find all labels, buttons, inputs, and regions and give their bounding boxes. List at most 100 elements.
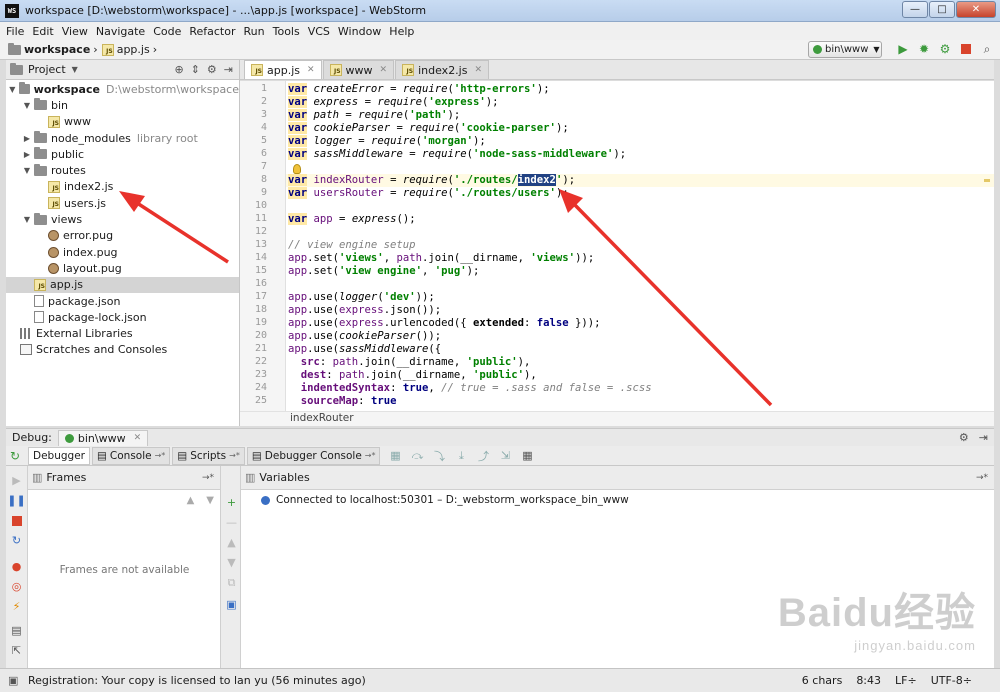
stop-icon[interactable] <box>959 42 973 56</box>
debug-icon[interactable]: ✹ <box>917 42 931 56</box>
tab-console[interactable]: ▤ Console →* <box>91 446 171 465</box>
tree-item-index-pug[interactable]: index.pug <box>6 244 239 260</box>
gear-icon[interactable]: ⚙ <box>207 63 217 76</box>
status-message[interactable]: Registration: Your copy is licensed to l… <box>28 674 366 687</box>
exception-icon[interactable]: ⚡ <box>10 600 23 613</box>
error-stripe-mark[interactable] <box>984 179 990 182</box>
copy-icon[interactable]: ⧉ <box>225 576 238 589</box>
gear-icon[interactable]: ⚙ <box>959 431 969 444</box>
tab-www[interactable]: JS www ✕ <box>322 60 395 79</box>
rerun-icon[interactable]: ↻ <box>10 449 20 463</box>
pin-icon[interactable]: →* <box>229 451 240 460</box>
tree-item-index2-js[interactable]: JS index2.js <box>6 179 239 195</box>
tree-item-external-libraries[interactable]: External Libraries <box>6 325 239 341</box>
chevron-down-icon[interactable]: ▼ <box>22 215 32 224</box>
tool-windows-icon[interactable]: ▣ <box>8 674 18 687</box>
breadcrumb-app-js[interactable]: JS app.js › <box>101 43 157 56</box>
tab-debugger[interactable]: Debugger <box>28 446 90 465</box>
collapse-icon[interactable]: ⇕ <box>191 63 200 76</box>
tree-item-views[interactable]: ▼ views <box>6 211 239 227</box>
chevron-down-icon[interactable]: ▼ <box>8 85 17 94</box>
menu-help[interactable]: Help <box>389 25 414 38</box>
tree-item-bin[interactable]: ▼ bin <box>6 97 239 113</box>
menu-refactor[interactable]: Refactor <box>189 25 235 38</box>
step-into-icon[interactable]: ⤵ <box>432 449 446 463</box>
menu-run[interactable]: Run <box>244 25 265 38</box>
menu-tools[interactable]: Tools <box>273 25 300 38</box>
search-icon[interactable]: ⌕ <box>980 42 994 56</box>
minimize-button[interactable]: — <box>902 1 928 18</box>
restart-icon[interactable]: ↻ <box>10 534 23 547</box>
run-to-cursor-icon[interactable]: ⇲ <box>498 449 512 463</box>
menu-file[interactable]: File <box>6 25 24 38</box>
remove-watch-icon[interactable]: — <box>225 516 238 529</box>
view-breakpoints-icon[interactable]: ● <box>10 560 23 573</box>
tab-scripts[interactable]: ▤ Scripts →* <box>172 446 245 465</box>
tab-index2-js[interactable]: JS index2.js ✕ <box>395 60 490 79</box>
evaluate-expression-icon[interactable]: ▦ <box>520 449 534 463</box>
chevron-down-icon[interactable]: ▼ <box>72 65 78 74</box>
pin-icon[interactable]: →* <box>155 451 166 460</box>
tree-item-routes[interactable]: ▼ routes <box>6 162 239 178</box>
pin-icon[interactable]: →* <box>365 451 376 460</box>
tree-item-error-pug[interactable]: error.pug <box>6 228 239 244</box>
tree-item-package-lock-json[interactable]: package-lock.json <box>6 309 239 325</box>
project-view-selector[interactable]: Project <box>28 63 66 76</box>
mute-breakpoints-icon[interactable]: ◎ <box>10 580 23 593</box>
pin-icon[interactable]: →* <box>976 473 988 483</box>
arrow-up-icon[interactable]: ▲ <box>225 536 238 549</box>
code-editor[interactable]: 1 2 3 4 5 6 7 8 9 10 11 12 13 14 15 16 1… <box>240 81 994 411</box>
line-separator-selector[interactable]: LF÷ <box>895 674 917 687</box>
arrow-down-icon[interactable]: ▼ <box>206 495 214 506</box>
menu-navigate[interactable]: Navigate <box>96 25 145 38</box>
tree-item-users-js[interactable]: JS users.js <box>6 195 239 211</box>
menu-vcs[interactable]: VCS <box>308 25 330 38</box>
locate-icon[interactable]: ⊕ <box>174 63 183 76</box>
menu-view[interactable]: View <box>62 25 88 38</box>
chevron-right-icon[interactable]: ▶ <box>22 150 32 159</box>
tree-item-scratches[interactable]: Scratches and Consoles <box>6 342 239 358</box>
debug-session-tab[interactable]: bin\www ✕ <box>57 429 149 446</box>
menu-code[interactable]: Code <box>153 25 181 38</box>
chevron-right-icon[interactable]: ▶ <box>22 134 32 143</box>
tree-item-package-json[interactable]: package.json <box>6 293 239 309</box>
hide-icon[interactable]: ⇥ <box>979 431 988 444</box>
lightbulb-icon[interactable] <box>293 164 301 174</box>
arrow-up-icon[interactable]: ▲ <box>187 495 195 506</box>
close-icon[interactable]: ✕ <box>380 65 388 75</box>
step-out-icon[interactable]: ⤴ <box>476 449 490 463</box>
encoding-selector[interactable]: UTF-8÷ <box>931 674 972 687</box>
maximize-button[interactable]: □ <box>929 1 955 18</box>
breadcrumb-workspace[interactable]: workspace › <box>8 42 98 56</box>
pause-icon[interactable]: ❚❚ <box>7 494 25 507</box>
tree-item-node-modules[interactable]: ▶ node_modules library root <box>6 130 239 146</box>
run-configuration-select[interactable]: bin\www ▼ <box>808 41 882 58</box>
menu-edit[interactable]: Edit <box>32 25 53 38</box>
chevron-down-icon[interactable]: ▼ <box>22 101 32 110</box>
show-execution-point-icon[interactable]: ▦ <box>388 449 402 463</box>
close-icon[interactable]: ✕ <box>307 65 315 75</box>
step-over-icon[interactable]: ⤼ <box>410 449 424 463</box>
tree-item-layout-pug[interactable]: layout.pug <box>6 260 239 276</box>
editor-breadcrumb[interactable]: indexRouter <box>240 411 994 426</box>
chevron-down-icon[interactable]: ▼ <box>22 166 32 175</box>
tab-debugger-console[interactable]: ▤ Debugger Console →* <box>246 446 381 465</box>
tree-item-www[interactable]: JS www <box>6 114 239 130</box>
coverage-icon[interactable]: ⚙ <box>938 42 952 56</box>
close-button[interactable]: ✕ <box>956 1 996 18</box>
run-icon[interactable]: ▶ <box>896 42 910 56</box>
caret-position[interactable]: 8:43 <box>856 674 881 687</box>
close-icon[interactable]: ✕ <box>474 65 482 75</box>
hide-icon[interactable]: ⇥ <box>224 63 233 76</box>
arrow-down-icon[interactable]: ▼ <box>225 556 238 569</box>
tree-item-app-js[interactable]: JS app.js <box>6 276 239 293</box>
watches-icon[interactable]: ▣ <box>225 598 238 611</box>
pin-tab-icon[interactable]: ⇱ <box>10 644 23 657</box>
layout-icon[interactable]: ▤ <box>10 624 23 637</box>
force-step-into-icon[interactable]: ⤓ <box>454 449 468 463</box>
resume-icon[interactable]: ▶ <box>10 474 23 487</box>
pin-icon[interactable]: →* <box>202 473 214 483</box>
tree-item-public[interactable]: ▶ public <box>6 146 239 162</box>
menu-window[interactable]: Window <box>338 25 381 38</box>
new-watch-icon[interactable]: + <box>225 496 238 509</box>
